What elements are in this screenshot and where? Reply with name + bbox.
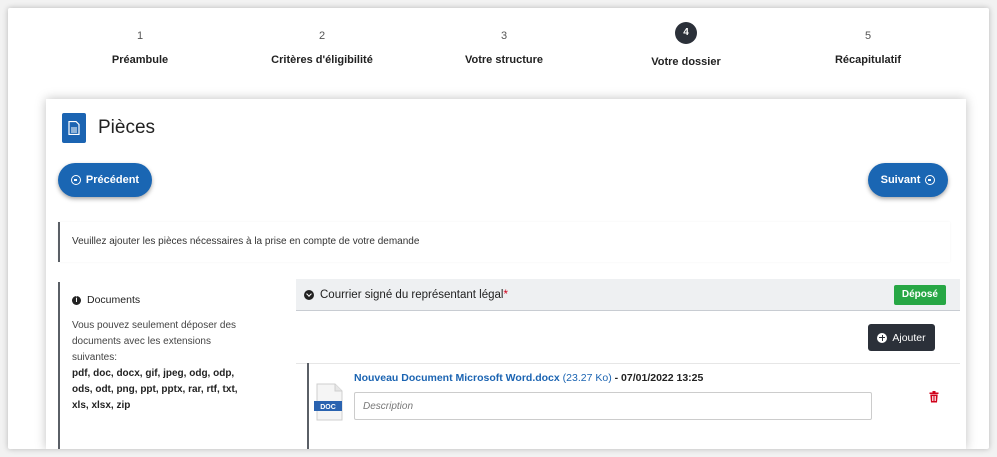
pieces-card: Pièces Précédent Suivant Veuillez ajoute… [46,99,966,449]
next-button[interactable]: Suivant [868,163,948,197]
step-4-active[interactable]: 4 Votre dossier [596,8,776,68]
add-button[interactable]: Ajouter [868,324,935,351]
document-date: - 07/01/2022 13:25 [614,372,704,384]
previous-button[interactable]: Précédent [58,163,152,197]
step-label: Récapitulatif [834,54,901,66]
next-button-label: Suivant [880,174,921,186]
required-mark: * [503,288,508,301]
step-5[interactable]: 5 Récapitulatif [778,8,958,66]
document-link[interactable]: Nouveau Document Microsoft Word.docx (23… [354,372,703,384]
allowed-extensions: pdf, doc, docx, gif, jpeg, odg, odp, ods… [72,368,238,411]
step-number: 4 [675,22,697,44]
plus-circle-icon [877,332,888,343]
step-number: 2 [318,30,326,42]
step-number: 3 [500,30,508,42]
document-icon [62,113,86,143]
doc-file-icon: DOC [314,383,343,421]
info-icon: i [72,295,81,305]
section-header[interactable]: Courrier signé du représentant légal * D… [296,279,960,311]
step-label: Votre dossier [651,56,721,68]
step-number: 1 [136,30,144,42]
page-title: Pièces [98,117,156,138]
step-number: 5 [864,30,872,42]
add-button-label: Ajouter [892,331,926,344]
step-1[interactable]: 1 Préambule [50,8,230,66]
document-row: DOC Nouveau Document Microsoft Word.docx… [307,363,959,449]
step-3[interactable]: 3 Votre structure [414,8,594,66]
arrow-left-circle-icon [70,175,81,185]
info-message: Veuillez ajouter les pièces nécessaires … [58,222,950,262]
step-label: Votre structure [464,54,544,66]
documents-intro: Vous pouvez seulement déposer des docume… [72,320,236,363]
section-title: Courrier signé du représentant légal [320,288,504,301]
document-size: (23.27 Ko) [562,372,612,384]
documents-panel: i Documents Vous pouvez seulement dépose… [58,282,264,449]
chevron-down-icon [304,289,314,300]
previous-button-label: Précédent [85,174,140,186]
description-input[interactable] [354,392,872,420]
step-2[interactable]: 2 Critères d'éligibilité [232,8,412,66]
step-label: Préambule [111,54,169,66]
step-label: Critères d'éligibilité [271,54,373,66]
status-badge: Déposé [893,285,946,305]
documents-heading: i Documents [72,292,252,308]
page-container: 1 Préambule 2 Critères d'éligibilité 3 V… [8,8,989,449]
documents-heading-label: Documents [87,294,141,306]
file-type-label: DOC [320,404,336,411]
trash-icon[interactable] [929,391,939,403]
arrow-right-circle-icon [925,175,936,185]
document-filename[interactable]: Nouveau Document Microsoft Word.docx [354,372,560,384]
